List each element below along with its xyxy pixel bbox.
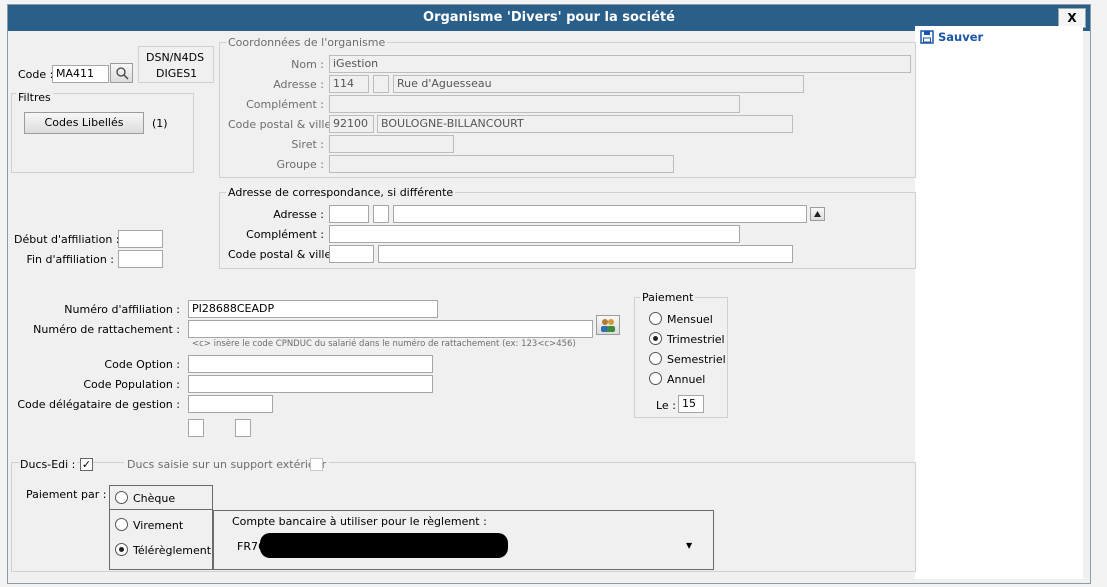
chevron-down-icon: ▼ [686,541,693,550]
code-search-button[interactable] [110,63,133,83]
fin-affiliation-input[interactable] [118,250,163,268]
dsn-label: DSN/N4DS [146,51,205,64]
le-input[interactable]: 15 [678,395,704,413]
radio-annuel-label: Annuel [667,373,706,386]
code-delegataire-label: Code délégataire de gestion : [17,398,180,411]
ducs-support-label: Ducs saisie sur un support extérieur [124,458,330,471]
code-label: Code : [18,68,54,81]
adresse-label: Adresse : [273,78,324,91]
debut-affiliation-input[interactable] [118,230,163,248]
paiement-par-label: Paiement par : [26,488,107,501]
complement-label: Complément : [246,98,324,111]
radio-telereglement[interactable] [115,543,128,556]
save-button[interactable]: Sauver [920,30,983,44]
radio-trimestriel[interactable] [649,332,662,345]
code-input[interactable]: MA411 [52,65,109,83]
radio-mensuel-label: Mensuel [667,313,713,326]
triangle-up-icon [814,211,821,217]
corresp-complement-input[interactable] [329,225,740,243]
corresp-adresse-num-input[interactable] [329,205,369,223]
complement-field [329,95,740,113]
radio-cheque-label: Chèque [133,492,176,505]
corresp-expand-button[interactable] [810,207,825,221]
nom-label: Nom : [291,58,324,71]
bank-account-label: Compte bancaire à utiliser pour le règle… [232,515,487,528]
floppy-disk-icon [920,30,934,44]
corresp-legend: Adresse de correspondance, si différente [226,186,456,199]
num-rattachement-input[interactable] [188,320,593,338]
corresp-adresse-rue-input[interactable] [393,205,807,223]
radio-semestriel[interactable] [649,352,662,365]
radio-trimestriel-label: Trimestriel [667,333,725,346]
radio-mensuel[interactable] [649,312,662,325]
filters-count: (1) [152,117,168,130]
small-input-2[interactable] [235,419,251,437]
corresp-ville-input[interactable] [378,245,793,263]
code-population-label: Code Population : [83,378,180,391]
dsn-value: DIGES1 [156,67,198,80]
users-icon [601,319,615,332]
cp-field: 92100 [329,115,374,133]
code-delegataire-input[interactable] [188,395,273,413]
code-population-input[interactable] [188,375,433,393]
debut-affiliation-label: Début d'affiliation : [14,233,120,246]
num-affiliation-input[interactable]: PI28688CEADP [188,300,438,318]
ville-field: BOULOGNE-BILLANCOURT [377,115,793,133]
corresp-adresse-label: Adresse : [273,208,324,221]
ducs-edi-checkbox[interactable]: ✓ [80,458,93,471]
small-input-1[interactable] [188,419,204,437]
nom-field: iGestion [329,55,911,73]
code-option-input[interactable] [188,355,433,373]
users-lookup-button[interactable] [596,315,620,335]
radio-cheque[interactable] [115,491,128,504]
radio-virement[interactable] [115,518,128,531]
code-option-label: Code Option : [104,358,180,371]
num-affiliation-label: Numéro d'affiliation : [64,303,180,316]
adresse-num-field: 114 [329,75,369,93]
groupe-label: Groupe : [276,158,324,171]
fin-affiliation-label: Fin d'affiliation : [26,253,114,266]
adresse-ext-field [373,75,389,93]
radio-telereglement-label: Télérèglement [133,544,212,557]
radio-annuel[interactable] [649,372,662,385]
adresse-rue-field: Rue d'Aguesseau [393,75,804,93]
groupe-field [329,155,674,173]
num-rattachement-label: Numéro de rattachement : [33,323,180,336]
corresp-adresse-ext-input[interactable] [373,205,389,223]
siret-field [329,135,454,153]
search-icon [115,67,129,80]
radio-semestriel-label: Semestriel [667,353,726,366]
save-label: Sauver [938,30,984,44]
cp-ville-label: Code postal & ville : [228,118,339,131]
redaction-mark [260,533,508,558]
payment-divider [110,509,212,510]
corresp-cp-input[interactable] [329,245,374,263]
corresp-cp-label: Code postal & ville : [228,248,339,261]
siret-label: Siret : [291,138,324,151]
paiement-legend: Paiement [640,291,696,304]
close-button[interactable]: X [1058,8,1086,28]
radio-virement-label: Virement [133,519,184,532]
corresp-complement-label: Complément : [246,228,324,241]
ducs-edi-label: Ducs-Edi : [20,458,78,471]
ducs-support-checkbox[interactable] [310,458,323,471]
rattachement-hint: <c> insère le code CPNDUC du salarié dan… [192,339,576,349]
org-coords-legend: Coordonnées de l'organisme [226,36,388,49]
action-panel [915,26,1083,579]
codes-libelles-button[interactable]: Codes Libellés [24,112,144,134]
filters-legend: Filtres [16,91,53,104]
le-label: Le : [656,399,676,412]
